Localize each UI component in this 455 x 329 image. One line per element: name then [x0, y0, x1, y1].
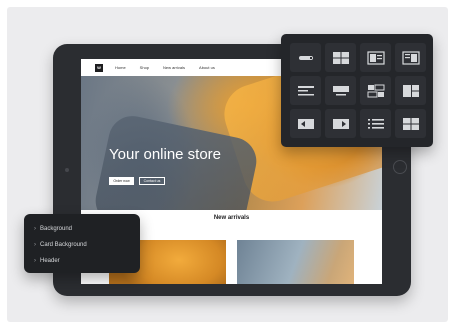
- camera-dot: [65, 168, 69, 172]
- menu-item-header[interactable]: › Header: [24, 253, 140, 269]
- site-logo[interactable]: W: [95, 63, 103, 72]
- chevron-right-icon: ›: [34, 242, 36, 248]
- home-button[interactable]: [393, 160, 407, 174]
- style-menu-panel: › Background › Card Background › Header: [24, 214, 140, 273]
- nav-link-home[interactable]: Home: [115, 65, 126, 70]
- chevron-right-icon: ›: [34, 258, 36, 264]
- product-card-image[interactable]: [237, 240, 354, 284]
- contact-us-button[interactable]: Contact us: [139, 177, 165, 185]
- order-now-button[interactable]: Order now: [109, 177, 134, 185]
- mixed-grid-icon[interactable]: [360, 76, 391, 105]
- menu-item-label: Background: [40, 226, 73, 232]
- centered-card-icon[interactable]: [325, 76, 356, 105]
- two-column-grid-icon[interactable]: [325, 43, 356, 72]
- chevron-right-icon: ›: [34, 226, 36, 232]
- image-text-icon[interactable]: [360, 43, 391, 72]
- list-icon[interactable]: [360, 109, 391, 138]
- menu-item-label: Header: [40, 258, 60, 264]
- block-picker-panel: [281, 34, 433, 147]
- menu-item-background[interactable]: › Background: [24, 221, 140, 237]
- nav-link-new-arrivals[interactable]: New arrivals: [163, 65, 185, 70]
- hero-title: Your online store: [109, 146, 222, 163]
- image-right-icon[interactable]: [325, 109, 356, 138]
- text-lines-icon[interactable]: [290, 76, 321, 105]
- nav-link-about[interactable]: About us: [199, 65, 215, 70]
- menu-item-label: Card Background: [40, 242, 87, 248]
- image-left-icon[interactable]: [290, 109, 321, 138]
- button-block-icon[interactable]: [290, 43, 321, 72]
- four-grid-icon[interactable]: [395, 109, 426, 138]
- text-image-icon[interactable]: [395, 43, 426, 72]
- side-grid-icon[interactable]: [395, 76, 426, 105]
- menu-item-card-background[interactable]: › Card Background: [24, 237, 140, 253]
- nav-link-shop[interactable]: Shop: [140, 65, 149, 70]
